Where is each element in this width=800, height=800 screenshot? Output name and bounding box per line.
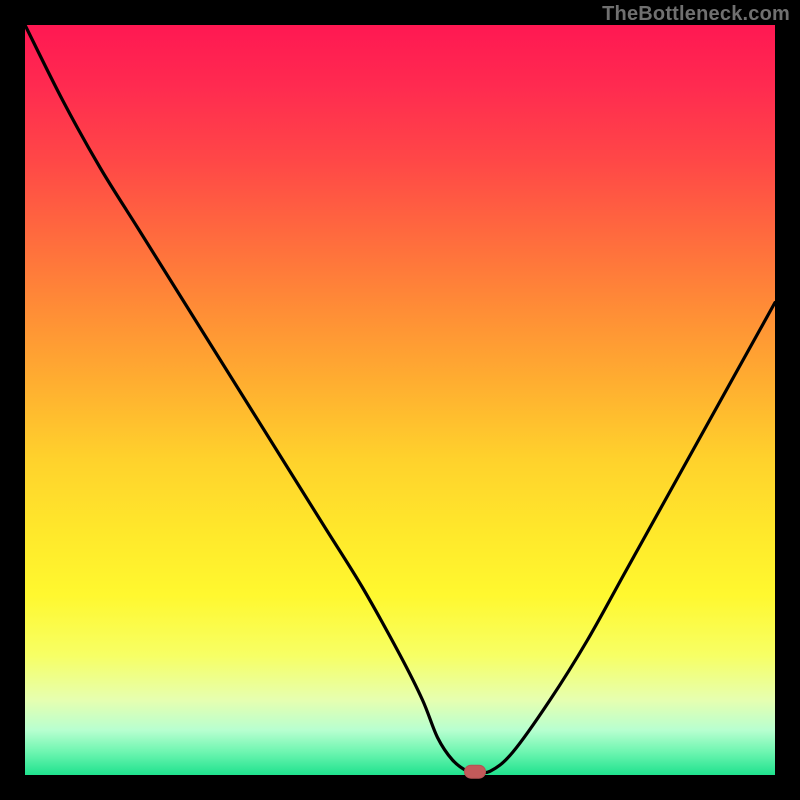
curve-path (25, 25, 775, 773)
bottleneck-curve (25, 25, 775, 775)
optimal-point-marker (464, 765, 486, 779)
watermark-text: TheBottleneck.com (602, 3, 790, 26)
chart-plot-area (25, 25, 775, 775)
chart-frame: TheBottleneck.com (0, 0, 800, 800)
